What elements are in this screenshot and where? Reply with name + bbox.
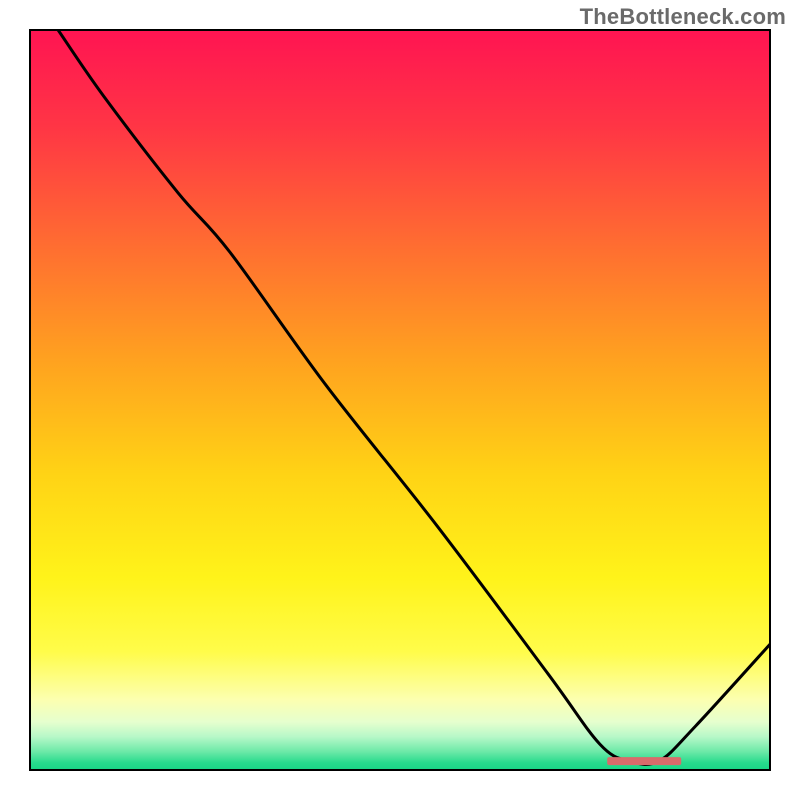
minimum-marker [607,757,681,765]
plot-background [30,30,770,770]
chart-stage: TheBottleneck.com [0,0,800,800]
bottleneck-chart [0,0,800,800]
plot-area [30,30,770,770]
